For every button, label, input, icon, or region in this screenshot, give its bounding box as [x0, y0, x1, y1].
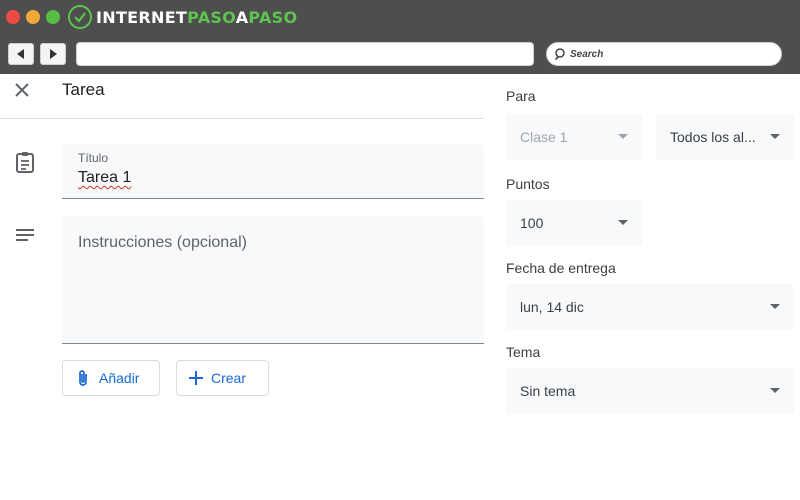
title-input[interactable]: Tarea 1	[78, 169, 131, 187]
create-button[interactable]: Crear	[176, 360, 269, 396]
title-value-text: Tarea 1	[78, 169, 132, 186]
points-select[interactable]: 100	[506, 200, 642, 246]
students-select[interactable]: Todos los al...	[656, 114, 794, 160]
topic-label: Tema	[506, 344, 541, 360]
url-input[interactable]	[76, 42, 534, 66]
logo-text: INTERNETPASOAPASO	[96, 8, 297, 27]
attachment-clip-icon	[79, 370, 87, 386]
window-close-button[interactable]	[6, 10, 20, 24]
back-arrow-icon	[17, 49, 24, 59]
browser-titlebar: INTERNETPASOAPASO	[0, 0, 800, 34]
window-maximize-button[interactable]	[46, 10, 60, 24]
search-icon	[555, 48, 565, 60]
class-select-value: Clase 1	[520, 129, 568, 145]
browser-search-input[interactable]: Search	[546, 42, 782, 66]
close-button[interactable]	[12, 80, 32, 100]
points-select-value: 100	[520, 215, 544, 231]
logo-text-part: INTERNET	[96, 7, 188, 27]
create-button-label: Crear	[211, 370, 247, 386]
chevron-down-icon	[770, 388, 780, 393]
site-logo: INTERNETPASOAPASO	[68, 5, 297, 29]
logo-text-part: A	[235, 7, 249, 27]
search-placeholder: Search	[570, 48, 604, 60]
window-minimize-button[interactable]	[26, 10, 40, 24]
title-field[interactable]: Título Tarea 1	[62, 144, 484, 199]
title-label: Título	[78, 151, 109, 165]
instructions-placeholder: Instrucciones (opcional)	[78, 234, 247, 251]
assignment-clipboard-icon	[13, 150, 37, 174]
forward-arrow-icon	[50, 49, 57, 59]
topic-select-value: Sin tema	[520, 383, 576, 399]
chevron-down-icon	[618, 220, 628, 225]
page-title: Tarea	[62, 80, 105, 99]
chevron-down-icon	[618, 134, 628, 139]
topic-select[interactable]: Sin tema	[506, 368, 794, 414]
students-select-value: Todos los al...	[670, 129, 756, 145]
add-button-label: Añadir	[99, 370, 140, 386]
for-label: Para	[506, 88, 536, 104]
header-divider	[0, 118, 484, 119]
points-label: Puntos	[506, 176, 550, 192]
due-date-select[interactable]: lun, 14 dic	[506, 284, 794, 330]
forward-button[interactable]	[40, 43, 66, 65]
chevron-down-icon	[770, 304, 780, 309]
close-icon	[15, 83, 29, 97]
logo-check-icon	[68, 5, 92, 29]
back-button[interactable]	[8, 43, 34, 65]
browser-navbar: Search	[0, 34, 800, 74]
instructions-field[interactable]: Instrucciones (opcional)	[62, 216, 484, 344]
due-date-label: Fecha de entrega	[506, 260, 616, 276]
notes-lines-icon	[13, 224, 37, 248]
logo-text-part: PASO	[187, 7, 236, 27]
chevron-down-icon	[770, 134, 780, 139]
logo-text-part: PASO	[248, 7, 298, 27]
add-attachment-button[interactable]: Añadir	[62, 360, 160, 396]
due-date-select-value: lun, 14 dic	[520, 299, 584, 315]
class-select: Clase 1	[506, 114, 642, 160]
plus-icon	[189, 371, 203, 385]
window-controls	[6, 10, 60, 24]
